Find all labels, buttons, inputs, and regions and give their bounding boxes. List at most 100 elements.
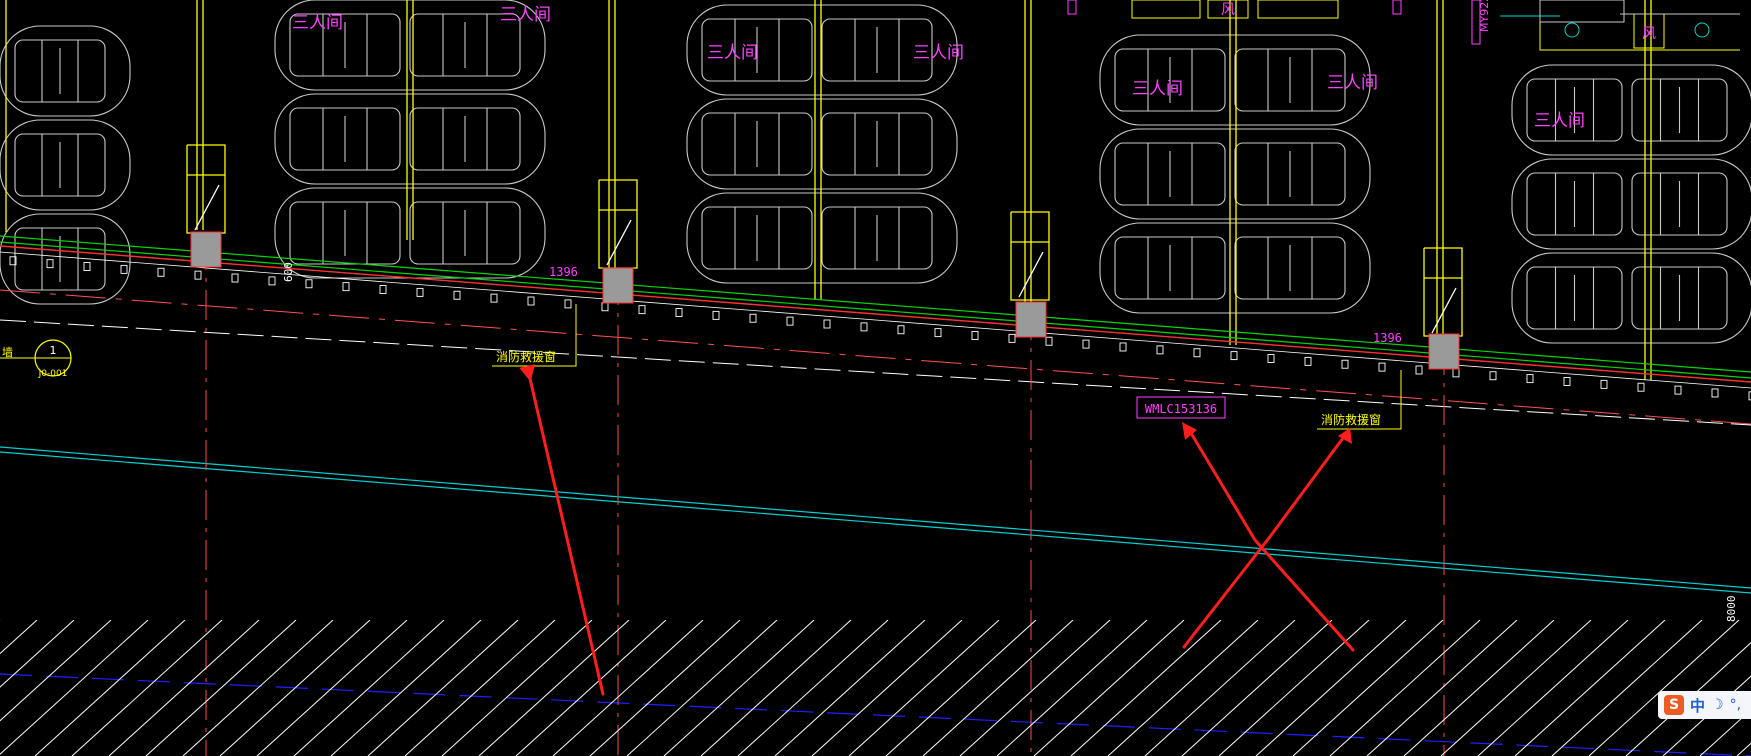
wall-segment xyxy=(1436,0,1444,345)
parking-stall xyxy=(1526,266,1623,330)
hatch-line xyxy=(552,620,704,756)
parking-stall xyxy=(1526,172,1623,236)
parking-bay-row xyxy=(274,93,546,185)
slab-tick xyxy=(823,319,831,329)
hatch-line xyxy=(108,620,260,756)
room-label: 三人间 xyxy=(1327,73,1378,93)
hatch-line xyxy=(626,620,778,756)
slab-tick xyxy=(1230,351,1238,361)
slab-tick xyxy=(1489,371,1497,381)
section-number: 1 xyxy=(50,344,57,357)
hatch-line xyxy=(404,620,556,756)
hatch-line xyxy=(922,620,1074,756)
parking-stall xyxy=(1114,142,1226,206)
wall-pier xyxy=(1010,211,1050,301)
parking-stall xyxy=(821,206,933,270)
parking-bay-row xyxy=(0,119,131,211)
slab-tick xyxy=(83,262,91,271)
hatch-line xyxy=(848,620,1000,756)
hatch-line xyxy=(1477,620,1629,756)
hatch-pattern xyxy=(0,620,1751,756)
wall-pier xyxy=(186,144,226,234)
slab-tick xyxy=(1600,379,1608,389)
slab-tick xyxy=(1415,365,1423,375)
slab-tick xyxy=(638,305,646,315)
parking-stall xyxy=(14,133,106,197)
hatch-line xyxy=(1551,620,1703,756)
hatch-line xyxy=(1625,641,1751,756)
yellow-walls xyxy=(5,0,1652,380)
top-right-details: MY922 风 风 xyxy=(1067,0,1740,51)
slab-tick xyxy=(1304,356,1312,366)
room-labels: 三人间 三人间三人间 三人间三人间 三人间三人间 xyxy=(292,5,1585,131)
moon-icon[interactable]: ☽ xyxy=(1711,697,1724,713)
hatch-line xyxy=(34,620,186,756)
fire-rescue-window-label-right: 消防救援窗 xyxy=(1321,412,1381,427)
room-label: 三人间 xyxy=(292,13,343,33)
slab-tick xyxy=(1341,359,1349,369)
slab-tick xyxy=(194,270,202,280)
slab-tick xyxy=(860,322,868,332)
svg-text:WMLC153136: WMLC153136 xyxy=(1145,402,1217,416)
slab-tick xyxy=(1156,345,1164,355)
hatch-line xyxy=(0,620,38,655)
ime-toolbar[interactable]: S 中 ☽ °, xyxy=(1658,691,1751,719)
parking-stall xyxy=(1114,236,1226,300)
section-marker: 1 J0-001 墙 xyxy=(0,339,72,379)
window-tag: WMLC153136 xyxy=(1136,396,1226,419)
ime-logo-icon[interactable]: S xyxy=(1664,695,1684,715)
fan-label-1: 风 xyxy=(1221,2,1235,18)
wall-segment xyxy=(1024,0,1032,310)
hatch-line xyxy=(1588,620,1740,756)
slab-tick xyxy=(1526,374,1534,384)
hatch-line xyxy=(1736,742,1751,756)
slab-tick xyxy=(231,273,239,283)
room-label: 三人间 xyxy=(1132,79,1183,99)
hatch-line xyxy=(1255,620,1407,756)
hatch-line xyxy=(1070,620,1222,756)
slab-tick xyxy=(342,282,350,292)
hatch-line xyxy=(1366,620,1518,756)
parking-stall xyxy=(821,112,933,176)
hatch-line xyxy=(1329,620,1481,756)
hatch-line xyxy=(737,620,889,756)
punctuation-icon[interactable]: °, xyxy=(1730,697,1741,713)
hatch-line xyxy=(1218,620,1370,756)
slab-tick xyxy=(1082,339,1090,349)
wall-segment xyxy=(814,0,822,300)
wall-pier xyxy=(598,179,638,269)
slab-tick xyxy=(416,287,424,297)
annotation-arrow-right xyxy=(1267,432,1348,540)
hatch-line xyxy=(1107,620,1259,756)
hatch-line xyxy=(959,620,1111,756)
cad-drawing-canvas[interactable]: 三人间 三人间三人间 三人间三人间 三人间三人间 600 1396 1396 8000… xyxy=(0,0,1751,756)
dimension-8000: 8000 xyxy=(1725,596,1738,623)
hatch-line xyxy=(700,620,852,756)
parking-bay-row xyxy=(0,213,131,305)
ime-mode-toggle[interactable]: 中 xyxy=(1690,695,1705,716)
slab-tick xyxy=(1119,342,1127,352)
parking-bay-row xyxy=(686,98,958,190)
annotation-arrow-center xyxy=(1186,426,1257,542)
hatch-line xyxy=(478,620,630,756)
fire-rescue-window-label-left: 消防救援窗 xyxy=(496,349,556,364)
hatch-line xyxy=(1144,620,1296,756)
slab-tick xyxy=(934,328,942,338)
hatch-line xyxy=(0,620,75,688)
slab-tick xyxy=(453,290,461,300)
slab-tick xyxy=(157,267,165,277)
slab-tick xyxy=(971,331,979,340)
slab-tick xyxy=(786,316,794,326)
annotation-x-stroke-2 xyxy=(1182,536,1271,649)
slab-tick xyxy=(268,276,276,286)
slab-tick xyxy=(601,302,609,312)
slab-tick xyxy=(749,313,757,323)
slab-tick xyxy=(1674,385,1682,395)
parking-bay-row xyxy=(1511,158,1751,250)
slab-tick xyxy=(527,296,535,306)
parking-stall xyxy=(289,107,401,171)
hatch-line xyxy=(145,620,297,756)
annotation-marks xyxy=(519,364,1355,696)
wall-segment xyxy=(608,0,616,270)
parking-bay-row xyxy=(274,187,546,279)
